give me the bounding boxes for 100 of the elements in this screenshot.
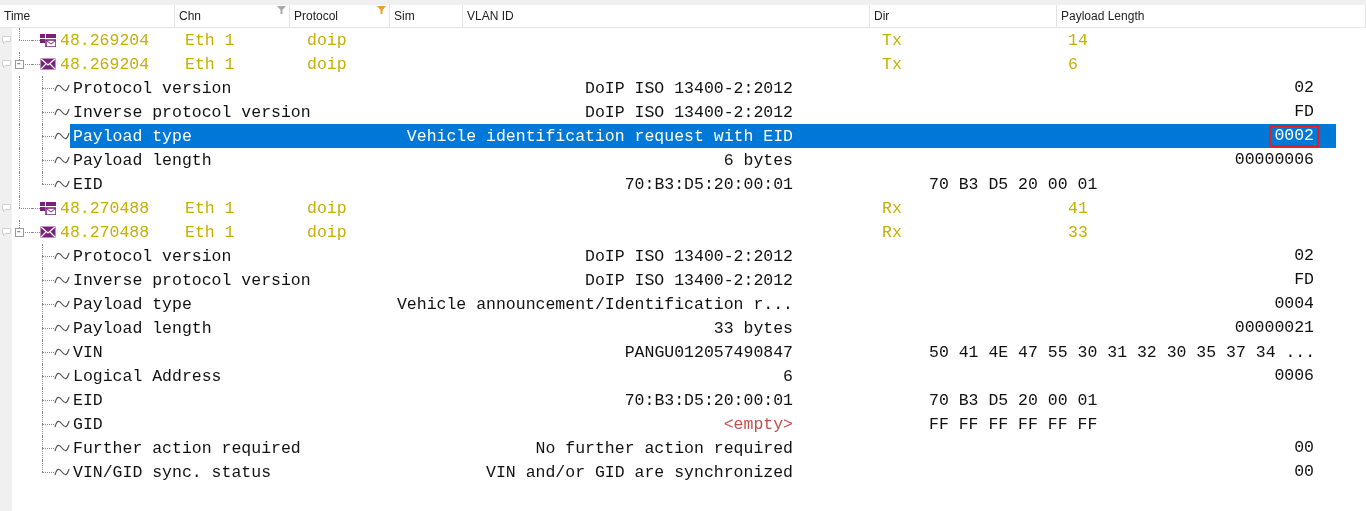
field-name: Further action required — [72, 438, 302, 458]
field-row[interactable]: Payload length 33 bytes 00000021 — [70, 316, 1336, 340]
signal-icon — [54, 107, 70, 117]
field-value: DoIP ISO 13400-2:2012 — [584, 78, 793, 98]
field-name: VIN — [72, 342, 104, 362]
field-name: Payload type — [72, 294, 193, 314]
hex-value: 00000006 — [1233, 149, 1315, 171]
field-value: 70:B3:D5:20:00:01 — [623, 390, 793, 410]
field-name: Protocol version — [72, 246, 233, 266]
field-name: EID — [72, 390, 104, 410]
column-header[interactable]: Sim — [390, 5, 463, 27]
field-row[interactable]: VIN PANGU012057490847 50 41 4E 47 55 30 31 32 30 35 37 34 ... — [70, 340, 1336, 364]
column-header[interactable]: Time — [0, 5, 175, 27]
field-row[interactable]: Protocol version DoIP ISO 13400-2:2012 02 — [70, 244, 1336, 268]
signal-icon — [54, 467, 70, 477]
raw-bytes: 70 B3 D5 20 00 01 — [929, 390, 1098, 410]
frame-icon — [40, 33, 56, 47]
channel-cell-text: Eth 1 — [185, 222, 236, 242]
field-row[interactable]: Payload type Vehicle announcement/Identification r... 0004 — [70, 292, 1336, 316]
field-value: No further action required — [534, 438, 793, 458]
comment-icon[interactable] — [1, 203, 11, 213]
collapse-icon[interactable] — [15, 228, 24, 237]
time-cell-text: 48.269204 — [60, 54, 151, 74]
field-name: Inverse protocol version — [72, 270, 312, 290]
signal-icon — [54, 179, 70, 189]
collapse-icon[interactable] — [15, 60, 24, 69]
hex-value: FD — [1293, 101, 1315, 123]
comment-icon[interactable] — [1, 59, 11, 69]
field-value: 6 — [782, 366, 793, 386]
signal-icon — [54, 83, 70, 93]
field-row[interactable]: Inverse protocol version DoIP ISO 13400-2:2012 FD — [70, 100, 1336, 124]
field-row[interactable]: Further action required No further action required 00 — [70, 436, 1336, 460]
field-row[interactable]: EID 70:B3:D5:20:00:01 70 B3 D5 20 00 01 — [70, 172, 1336, 196]
field-row[interactable]: Payload type Vehicle identification request with EID 0002 — [70, 124, 1336, 148]
signal-icon — [54, 131, 70, 141]
field-value: VIN and/or GID are synchronized — [485, 462, 793, 482]
payload-length-cell: 14 — [1068, 30, 1088, 50]
comment-icon[interactable] — [1, 35, 11, 45]
envelope-icon — [40, 225, 56, 239]
field-name: Protocol version — [72, 78, 233, 98]
field-name: Payload length — [72, 318, 213, 338]
field-value: <empty> — [722, 414, 793, 434]
hex-value: FD — [1293, 269, 1315, 291]
column-header[interactable]: Chn — [175, 5, 290, 27]
protocol-cell-text: doip — [307, 30, 348, 50]
field-value: PANGU012057490847 — [623, 342, 793, 362]
field-name: GID — [72, 414, 104, 434]
protocol-cell-text: doip — [307, 54, 348, 74]
field-row[interactable]: Protocol version DoIP ISO 13400-2:2012 02 — [70, 76, 1336, 100]
time-cell-text: 48.270488 — [60, 198, 151, 218]
column-header[interactable]: Protocol — [290, 5, 390, 27]
signal-icon — [54, 347, 70, 357]
signal-icon — [54, 251, 70, 261]
hex-value: 0002 — [1269, 125, 1319, 147]
field-name: EID — [72, 174, 104, 194]
hex-value: 02 — [1293, 245, 1315, 267]
comment-icon[interactable] — [1, 227, 11, 237]
hex-value: 0006 — [1273, 365, 1315, 387]
field-value: 70:B3:D5:20:00:01 — [623, 174, 793, 194]
signal-icon — [54, 155, 70, 165]
direction-cell-text: Rx — [882, 222, 903, 242]
field-value: DoIP ISO 13400-2:2012 — [584, 246, 793, 266]
field-name: Payload length — [72, 150, 213, 170]
field-row[interactable]: GID <empty> FF FF FF FF FF FF — [70, 412, 1336, 436]
field-value: 33 bytes — [712, 318, 793, 338]
field-value: Vehicle identification request with EID — [405, 126, 793, 146]
protocol-cell-text: doip — [307, 198, 348, 218]
channel-cell-text: Eth 1 — [185, 54, 236, 74]
channel-cell-text: Eth 1 — [185, 198, 236, 218]
raw-bytes: 70 B3 D5 20 00 01 — [929, 174, 1098, 194]
field-value: Vehicle announcement/Identification r... — [395, 294, 793, 314]
field-name: VIN/GID sync. status — [72, 462, 273, 482]
field-row[interactable]: Payload length 6 bytes 00000006 — [70, 148, 1336, 172]
column-header[interactable]: VLAN ID — [463, 5, 870, 27]
field-row[interactable]: EID 70:B3:D5:20:00:01 70 B3 D5 20 00 01 — [70, 388, 1336, 412]
field-row[interactable]: Logical Address 6 0006 — [70, 364, 1336, 388]
signal-icon — [54, 299, 70, 309]
direction-cell-text: Rx — [882, 198, 903, 218]
payload-length-cell: 33 — [1068, 222, 1088, 242]
signal-icon — [54, 395, 70, 405]
field-value: 6 bytes — [722, 150, 793, 170]
hex-value: 00 — [1293, 461, 1315, 483]
field-row[interactable]: Inverse protocol version DoIP ISO 13400-2:2012 FD — [70, 268, 1336, 292]
raw-bytes: 50 41 4E 47 55 30 31 32 30 35 37 34 ... — [929, 342, 1316, 362]
field-value: DoIP ISO 13400-2:2012 — [584, 102, 793, 122]
field-name: Inverse protocol version — [72, 102, 312, 122]
signal-icon — [54, 443, 70, 453]
raw-bytes: FF FF FF FF FF FF — [929, 414, 1098, 434]
field-name: Payload type — [72, 126, 193, 146]
direction-cell-text: Tx — [882, 54, 903, 74]
field-value: DoIP ISO 13400-2:2012 — [584, 270, 793, 290]
column-header[interactable]: Payload Length — [1057, 5, 1366, 27]
envelope-icon — [40, 57, 56, 71]
field-row[interactable]: VIN/GID sync. status VIN and/or GID are synchronized 00 — [70, 460, 1336, 484]
signal-icon — [54, 323, 70, 333]
time-cell-text: 48.269204 — [60, 30, 151, 50]
payload-length-cell: 6 — [1068, 54, 1078, 74]
column-header[interactable]: Dir — [870, 5, 1057, 27]
direction-cell-text: Tx — [882, 30, 903, 50]
frame-icon — [40, 201, 56, 215]
